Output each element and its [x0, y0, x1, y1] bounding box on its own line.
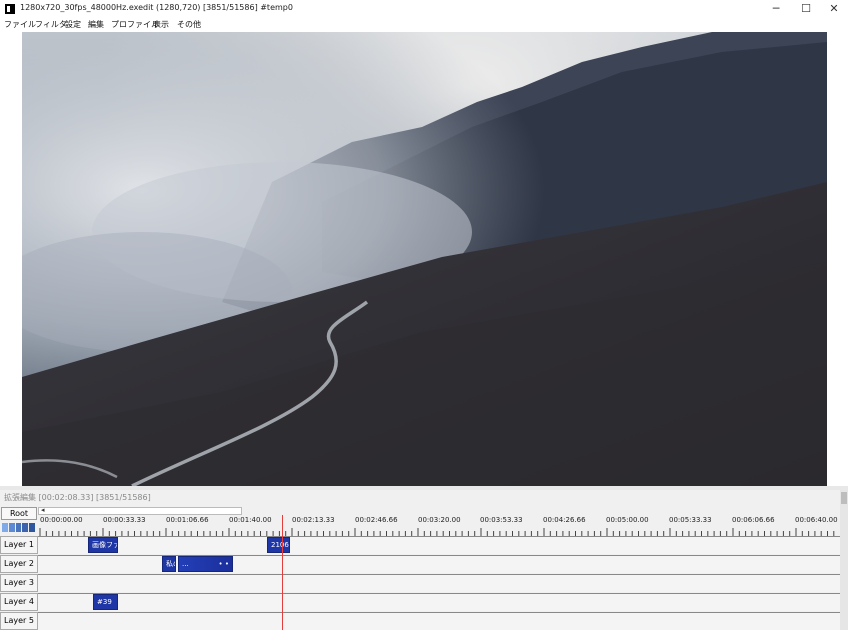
ruler-ticks: [39, 528, 835, 536]
layer-header-2[interactable]: Layer 2: [0, 555, 38, 573]
layer-track-2[interactable]: 私の ... • •: [38, 555, 840, 573]
timeline-title: 拡張編集 [00:02:08.33] [3851/51586]: [4, 493, 151, 502]
preview-scrollbar[interactable]: [0, 486, 848, 490]
maximize-button[interactable]: ☐: [792, 0, 820, 18]
video-preview[interactable]: [22, 32, 827, 486]
zoom-segment[interactable]: [8, 523, 15, 532]
scroll-left-arrow-icon[interactable]: ◂: [41, 506, 45, 514]
root-button[interactable]: Root: [1, 507, 37, 520]
window-title: 1280x720_30fps_48000Hz.exedit (1280,720)…: [20, 3, 293, 12]
ruler-label: 00:01:40.00: [229, 516, 272, 524]
ruler-label: 00:00:00.00: [40, 516, 83, 524]
timeline-clip[interactable]: 私の: [162, 556, 176, 572]
layer-header-3[interactable]: Layer 3: [0, 574, 38, 592]
menu-profile[interactable]: プロファイル: [111, 19, 159, 30]
ruler-label: 00:05:33.33: [669, 516, 712, 524]
ruler-label: 00:03:20.00: [418, 516, 461, 524]
layer-header-1[interactable]: Layer 1: [0, 536, 38, 554]
zoom-segment[interactable]: [15, 523, 22, 532]
timeline-horizontal-scrollbar[interactable]: ◂: [38, 506, 242, 515]
ruler-label: 00:01:06.66: [166, 516, 209, 524]
menu-file[interactable]: ファイル: [4, 19, 36, 30]
minimize-button[interactable]: ─: [762, 0, 790, 18]
menu-bar: ファイル フィルタ 設定 編集 プロファイル 表示 その他: [0, 18, 848, 32]
time-ruler[interactable]: 00:00:00.00 00:00:33.33 00:01:06.66 00:0…: [38, 515, 840, 536]
playhead-cursor[interactable]: [282, 515, 283, 630]
timeline-clip[interactable]: 画像ファ: [88, 537, 118, 553]
scrollbar-thumb[interactable]: [841, 492, 847, 504]
clip-handle-icon[interactable]: • •: [219, 557, 229, 571]
menu-edit[interactable]: 編集: [88, 19, 104, 30]
timeline-clip[interactable]: 21060: [267, 537, 290, 553]
ruler-label: 00:06:06.66: [732, 516, 775, 524]
ruler-label: 00:00:33.33: [103, 516, 146, 524]
layer-track-5[interactable]: [38, 612, 840, 630]
ruler-label: 00:04:26.66: [543, 516, 586, 524]
ruler-label: 00:02:13.33: [292, 516, 335, 524]
layer-track-3[interactable]: [38, 574, 840, 592]
timeline-editor: 拡張編集 [00:02:08.33] [3851/51586] Root ◂ 0…: [0, 486, 848, 630]
zoom-segment[interactable]: [29, 523, 35, 532]
ruler-label: 00:06:40.00: [795, 516, 838, 524]
zoom-segment[interactable]: [22, 523, 29, 532]
app-icon: [5, 4, 15, 14]
zoom-segment[interactable]: [2, 523, 8, 532]
zoom-bar[interactable]: [2, 523, 36, 532]
timeline-clip[interactable]: #39: [93, 594, 118, 610]
layer-header-5[interactable]: Layer 5: [0, 612, 38, 630]
layer-track-1[interactable]: 画像ファ 21060: [38, 536, 840, 554]
menu-view[interactable]: 表示: [153, 19, 169, 30]
timeline-clip[interactable]: ... • •: [178, 556, 233, 572]
menu-filter[interactable]: フィルタ: [35, 19, 67, 30]
ruler-label: 00:05:00.00: [606, 516, 649, 524]
clip-label: ...: [182, 560, 189, 568]
menu-settings[interactable]: 設定: [65, 19, 81, 30]
menu-other[interactable]: その他: [177, 19, 201, 30]
ruler-label: 00:03:53.33: [480, 516, 523, 524]
title-bar: 1280x720_30fps_48000Hz.exedit (1280,720)…: [0, 0, 848, 18]
preview-panel: [0, 32, 848, 486]
close-button[interactable]: ✕: [820, 0, 848, 18]
timeline-vertical-scrollbar[interactable]: [840, 490, 848, 630]
layer-header-4[interactable]: Layer 4: [0, 593, 38, 611]
ruler-label: 00:02:46.66: [355, 516, 398, 524]
layer-track-4[interactable]: #39: [38, 593, 840, 611]
